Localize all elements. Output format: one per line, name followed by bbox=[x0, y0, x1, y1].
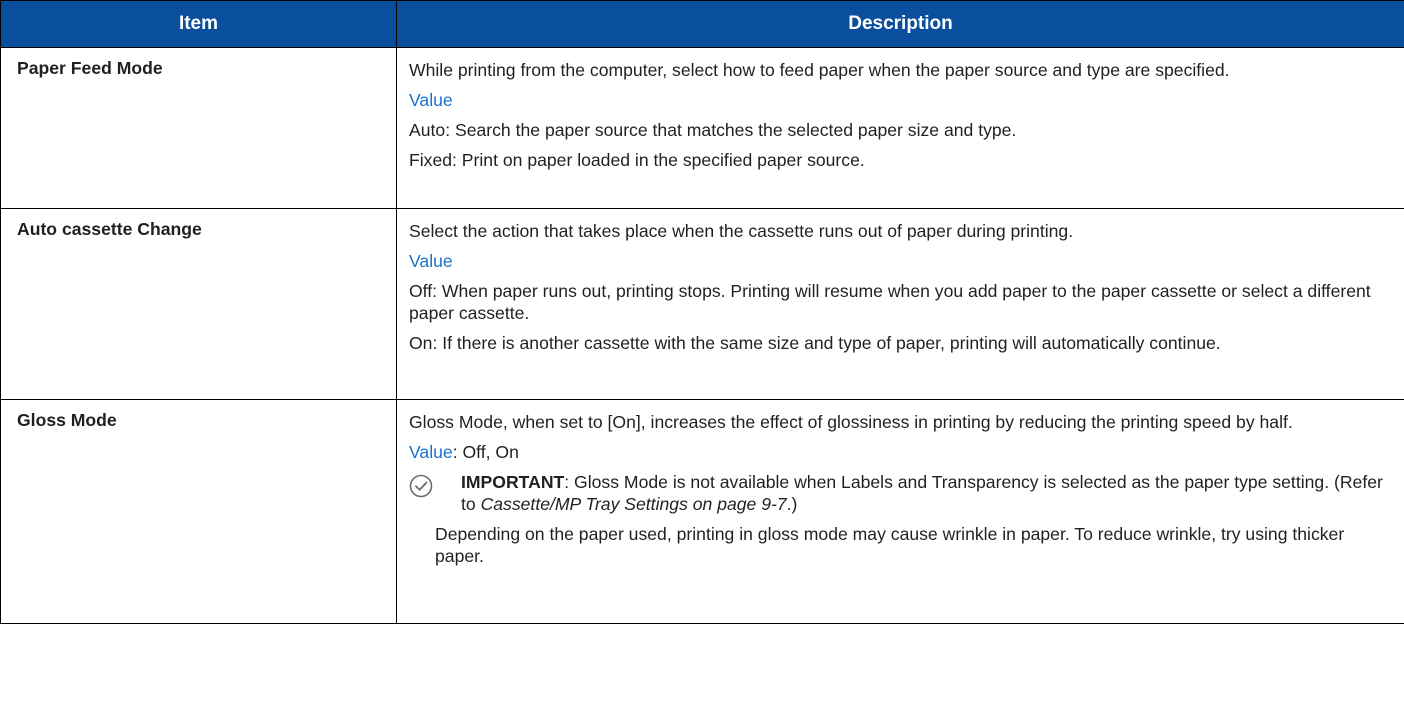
important-followup: Depending on the paper used, printing in… bbox=[435, 524, 1345, 566]
description-intro: Gloss Mode, when set to [On], increases … bbox=[409, 412, 1293, 432]
item-description: While printing from the computer, select… bbox=[396, 47, 1404, 209]
value-option: On: If there is another cassette with th… bbox=[409, 333, 1221, 353]
table-row: Paper Feed Mode While printing from the … bbox=[0, 47, 1404, 209]
value-option: Off: When paper runs out, printing stops… bbox=[409, 281, 1371, 323]
table-row: Gloss Mode Gloss Mode, when set to [On],… bbox=[0, 399, 1404, 624]
item-name: Gloss Mode bbox=[0, 399, 397, 624]
important-text: IMPORTANT: Gloss Mode is not available w… bbox=[435, 471, 1392, 515]
value-label: Value bbox=[409, 90, 453, 110]
value-line: Value: Off, On bbox=[409, 441, 1392, 463]
item-name: Paper Feed Mode bbox=[0, 47, 397, 209]
description-intro: Select the action that takes place when … bbox=[409, 221, 1074, 241]
important-ref: Cassette/MP Tray Settings on page 9-7 bbox=[480, 494, 787, 514]
item-description: Gloss Mode, when set to [On], increases … bbox=[396, 399, 1404, 624]
header-item: Item bbox=[0, 0, 397, 48]
important-end: .) bbox=[786, 494, 798, 514]
table-header-row: Item Description bbox=[0, 0, 1404, 48]
settings-table: Item Description Paper Feed Mode While p… bbox=[0, 0, 1404, 624]
important-note: IMPORTANT: Gloss Mode is not available w… bbox=[409, 471, 1392, 515]
value-label: Value bbox=[409, 442, 453, 462]
table-row: Auto cassette Change Select the action t… bbox=[0, 208, 1404, 400]
value-label: Value bbox=[409, 251, 453, 271]
description-intro: While printing from the computer, select… bbox=[409, 60, 1230, 80]
item-name: Auto cassette Change bbox=[0, 208, 397, 400]
item-description: Select the action that takes place when … bbox=[396, 208, 1404, 400]
value-option: Auto: Search the paper source that match… bbox=[409, 120, 1017, 140]
value-text: : Off, On bbox=[452, 442, 519, 462]
check-circle-icon bbox=[409, 474, 433, 498]
important-label: IMPORTANT bbox=[461, 472, 565, 492]
value-option: Fixed: Print on paper loaded in the spec… bbox=[409, 150, 865, 170]
header-description: Description bbox=[396, 0, 1404, 48]
